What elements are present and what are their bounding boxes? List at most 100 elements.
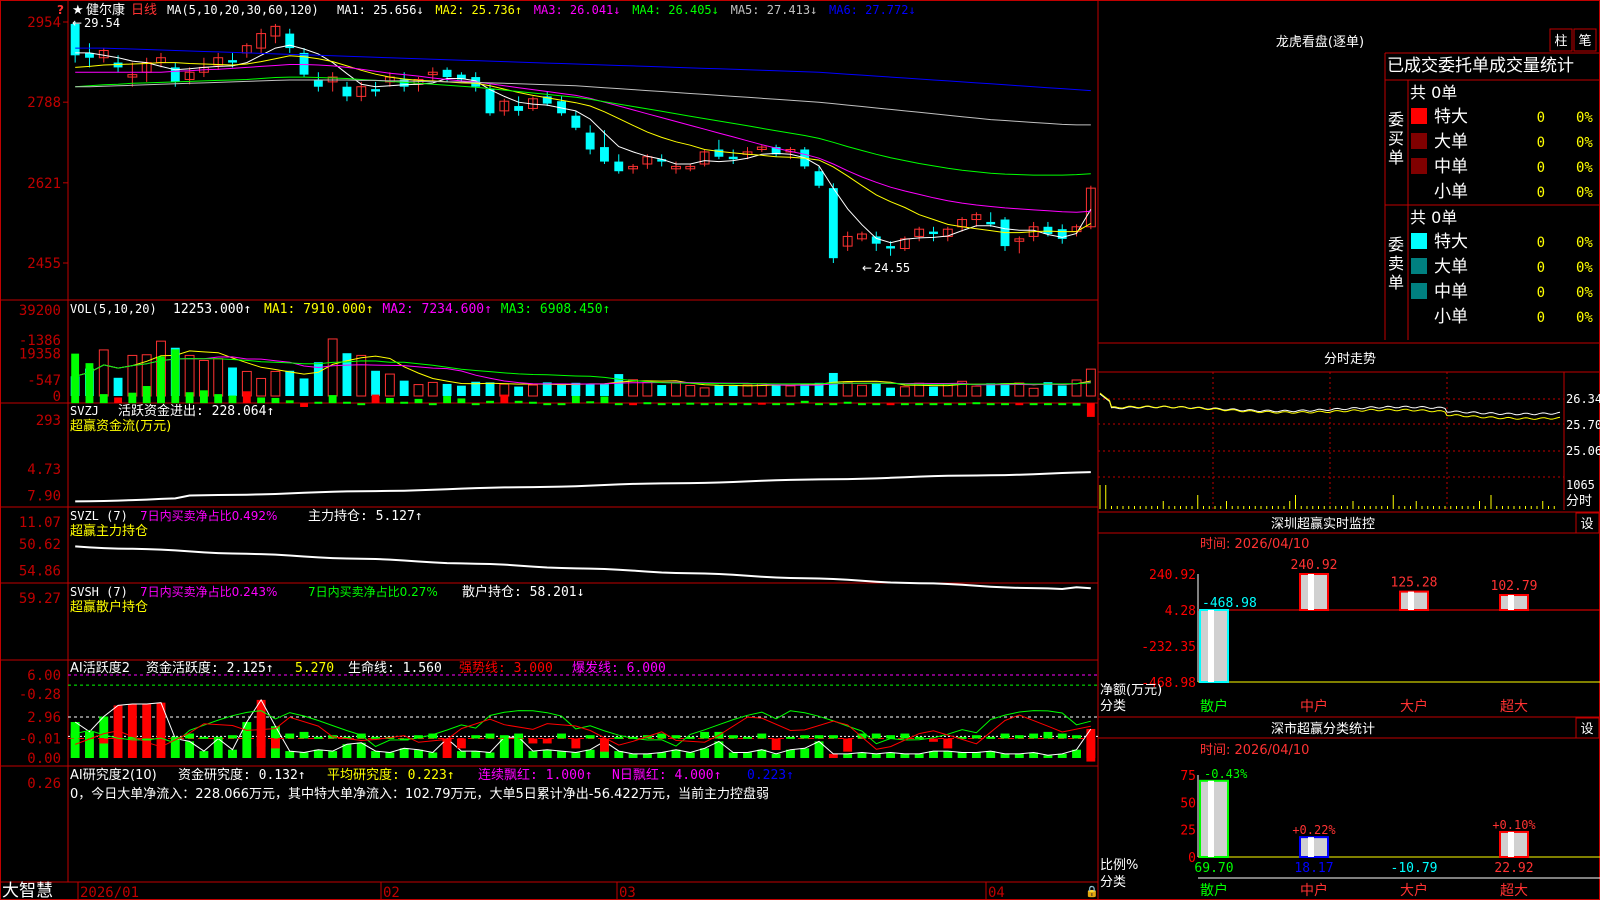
activity-bar: [700, 748, 710, 758]
svsh-title: SVSH (7): [70, 585, 128, 599]
ai2-title: AI研究度2(10): [70, 767, 157, 783]
price-tick-label: 2455: [27, 256, 61, 272]
research-bar: [571, 738, 581, 749]
fund-flow-bar: [328, 395, 337, 404]
fund-flow-bar: [1058, 403, 1067, 406]
volume-bar: [842, 381, 853, 397]
activity-bar: [70, 722, 80, 758]
activity-bar: [1000, 753, 1010, 758]
research-bar: [499, 735, 509, 739]
fund-flow-bar: [700, 403, 709, 406]
svzl-subtitle: 超赢主力持仓: [70, 523, 148, 539]
intraday-tick: 26.34: [1566, 392, 1600, 406]
buy-row-color-swatch: [1411, 158, 1427, 174]
monitor-bar-shine: [1208, 610, 1214, 682]
research-bar: [871, 733, 881, 739]
fund-flow-bar: [586, 401, 595, 404]
research-bar: [528, 738, 538, 744]
fund-flow-bar: [872, 403, 881, 406]
fund-flow-bar: [629, 403, 638, 406]
monitor-time: 时间: 2026/04/10: [1200, 537, 1309, 552]
brand-logo[interactable]: 大智慧: [2, 881, 53, 900]
class-value-label: -10.79: [1391, 861, 1438, 876]
vol-title: VOL(5,10,20): [70, 302, 157, 316]
research-bar: [1029, 733, 1039, 739]
research-bar: [471, 735, 481, 739]
ai1-tick-label: 0.00: [27, 751, 61, 767]
volume-bar: [657, 385, 667, 396]
monitor-bar: [1299, 573, 1329, 612]
vol-ma3-line: [75, 358, 1091, 385]
research-bar: [1043, 731, 1053, 739]
stock-chart-canvas[interactable]: 2954278826212455★ 健尔康 日线 MA(5,10,20,30,60,1…: [0, 0, 1600, 900]
flag-icon: ?: [57, 3, 64, 17]
monitor-category: 超大: [1500, 699, 1528, 715]
ma-value-2: MA2: 25.736↑: [435, 3, 522, 17]
fund-flow-bar: [114, 397, 123, 404]
activity-bar: [456, 751, 466, 758]
class-time: 时间: 2026/04/10: [1200, 743, 1309, 758]
class-tick: 50: [1180, 796, 1196, 811]
buy-row-count: 0: [1537, 110, 1545, 126]
volume-bar: [256, 377, 267, 397]
period-label[interactable]: 日线: [131, 3, 157, 18]
activity-bar: [571, 752, 581, 758]
research-bar: [485, 733, 495, 739]
sell-row-count: 0: [1537, 235, 1545, 251]
buy-total: 共 0单: [1410, 83, 1457, 102]
candle: [728, 156, 738, 160]
fund-flow-bar: [71, 353, 80, 404]
research-bar: [743, 736, 752, 739]
volume-bar: [557, 385, 566, 396]
volume-bar: [442, 383, 452, 396]
class-bar: [1499, 830, 1529, 858]
class-value-label: 69.70: [1194, 861, 1233, 876]
svsh-subtitle: 超赢散户持仓: [70, 599, 148, 615]
research-bar: [971, 735, 981, 739]
research-bar: [785, 736, 795, 739]
volume-bar: [857, 384, 867, 397]
sell-label-char: 委: [1388, 235, 1404, 254]
sell-row-pct: 0%: [1576, 285, 1593, 301]
candle: [585, 132, 595, 150]
fund-flow-bar: [285, 400, 294, 404]
activity-bar: [299, 752, 309, 758]
fund-flow-bar: [443, 396, 452, 404]
sell-row-count: 0: [1537, 310, 1545, 326]
fund-flow-bar: [743, 403, 752, 406]
fund-flow-bar: [972, 402, 981, 405]
fund-flow-bar: [514, 400, 523, 404]
monitor-category: 散户: [1200, 698, 1228, 715]
activity-bar: [771, 753, 781, 758]
x-axis-label: 2026/01: [80, 885, 139, 900]
volume-bar: [499, 383, 510, 397]
volume-bar: [685, 384, 696, 397]
ma-value-6: MA6: 27.772↓: [829, 3, 916, 17]
svzl-ratio: 7日内买卖净占比0.492%: [140, 508, 277, 523]
volume-bar: [127, 354, 138, 397]
candle: [929, 231, 938, 235]
svsh-tick-label: 59.27: [19, 591, 61, 607]
fund-flow-bar: [757, 402, 766, 405]
research-bar: [728, 735, 738, 739]
class-top-label: +0.10%: [1492, 818, 1536, 832]
ma-line-ma1: [75, 44, 1092, 244]
activity-bar: [800, 748, 810, 758]
intraday-tick: 25.06: [1566, 444, 1600, 458]
activity-bar: [471, 751, 481, 758]
monitor-xlabel: 分类: [1100, 699, 1126, 714]
fund-flow-bar: [958, 403, 967, 406]
ai2-tick-label: 0.26: [27, 776, 61, 792]
sell-row-name: 中单: [1434, 282, 1468, 302]
activity-bar: [414, 749, 423, 758]
fund-flow-bar: [214, 394, 223, 404]
volume-bar: [728, 385, 738, 396]
buy-row-name: 小单: [1434, 182, 1468, 202]
research-bar: [213, 736, 223, 739]
activity-bar: [957, 752, 967, 758]
activity-bar: [385, 752, 395, 758]
svsh-ratio1: 7日内买卖净占比0.243%: [140, 584, 277, 599]
ai1-strong: 强势线: 3.000: [459, 660, 553, 676]
research-bar: [814, 735, 824, 739]
fund-flow-bar: [557, 403, 566, 406]
